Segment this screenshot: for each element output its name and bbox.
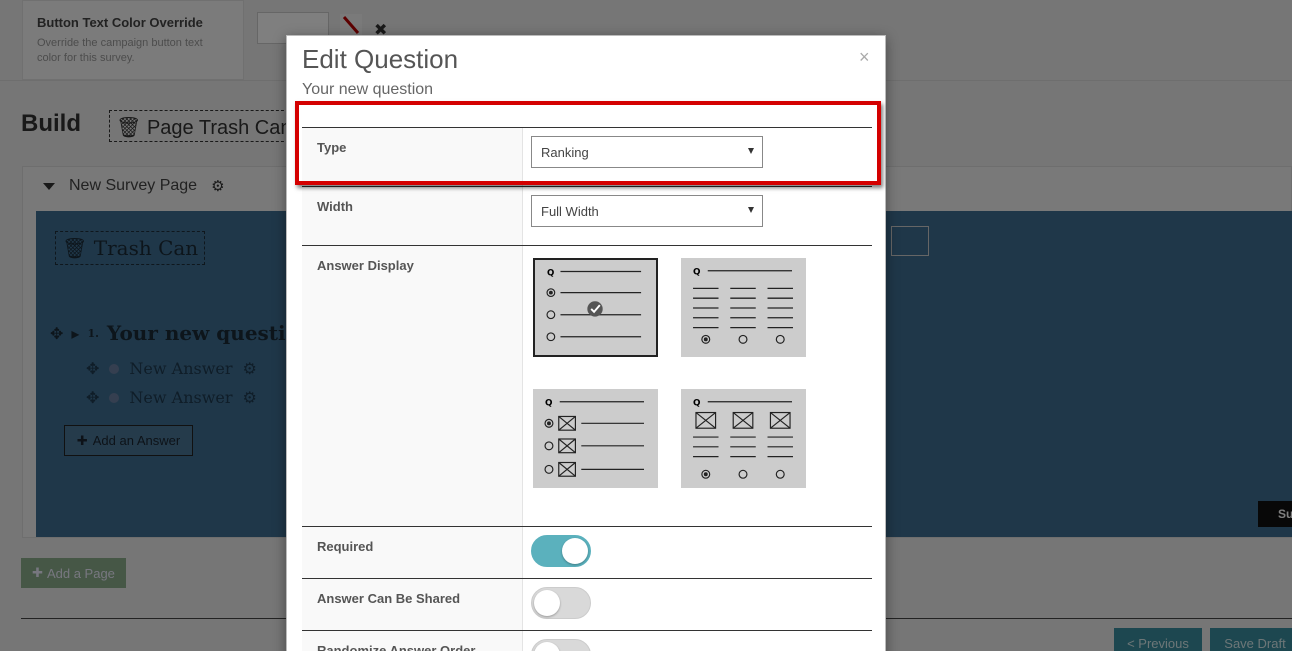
svg-text:Q: Q (545, 399, 553, 409)
toggle-knob (562, 538, 588, 564)
required-toggle[interactable] (531, 535, 591, 567)
toggle-knob (534, 642, 560, 651)
question-settings-form: Type Ranking Width Full Width Answer Dis… (302, 127, 872, 651)
width-row: Width Full Width (302, 187, 872, 246)
dropdown-arrow-icon (748, 207, 754, 213)
close-icon[interactable]: × (859, 47, 870, 68)
svg-text:Q: Q (547, 268, 554, 278)
width-label: Width (302, 187, 523, 245)
required-row: Required (302, 527, 872, 579)
randomize-row: Randomize Answer Order (302, 631, 872, 651)
display-image-list-option[interactable]: Q (533, 389, 658, 488)
shared-row: Answer Can Be Shared (302, 579, 872, 631)
display-image-grid-option[interactable]: Q (681, 389, 806, 488)
display-grid-option[interactable]: Q (681, 258, 806, 357)
modal-subtitle: Your new question (302, 81, 434, 98)
required-label: Required (302, 527, 523, 578)
shared-toggle[interactable] (531, 587, 591, 619)
display-list-option[interactable]: Q (533, 258, 658, 357)
randomize-label: Randomize Answer Order (302, 631, 523, 651)
edit-question-modal: Edit Question Your new question × Type R… (286, 35, 886, 651)
type-label: Type (302, 128, 523, 186)
width-select[interactable]: Full Width (531, 195, 763, 227)
width-select-value: Full Width (541, 203, 599, 219)
toggle-knob (534, 590, 560, 616)
randomize-toggle[interactable] (531, 639, 591, 651)
type-select-value: Ranking (541, 144, 589, 160)
dropdown-arrow-icon (748, 148, 754, 154)
type-select[interactable]: Ranking (531, 136, 763, 168)
shared-label: Answer Can Be Shared (302, 579, 523, 630)
svg-text:Q: Q (693, 268, 701, 278)
svg-text:Q: Q (693, 399, 701, 409)
type-row: Type Ranking (302, 128, 872, 187)
modal-title: Edit Question (302, 44, 459, 74)
answer-display-row: Answer Display Q Q Q Q (302, 246, 872, 527)
answer-display-label: Answer Display (302, 246, 523, 526)
